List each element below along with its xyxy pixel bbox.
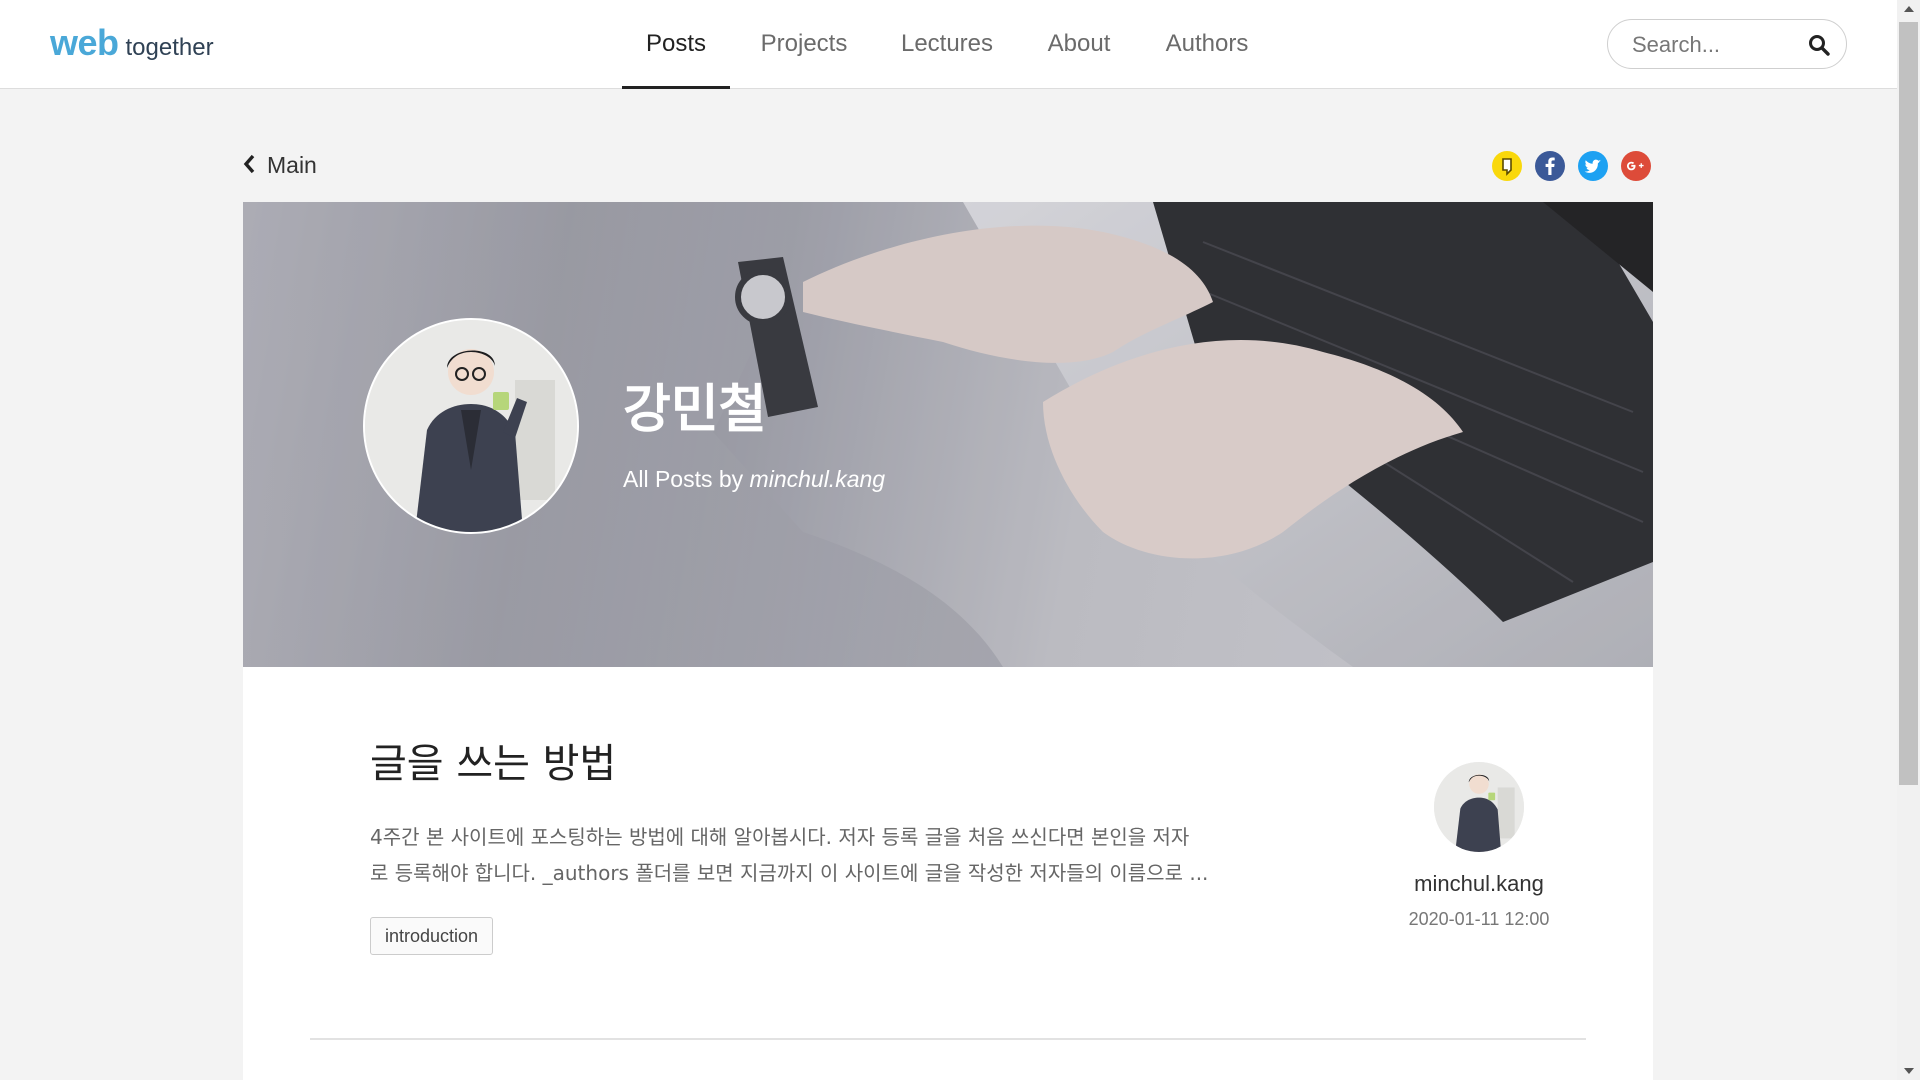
site-logo[interactable]: web together bbox=[50, 22, 214, 64]
chevron-left-icon bbox=[243, 154, 255, 178]
search-icon[interactable] bbox=[1808, 34, 1830, 56]
author-avatar-small[interactable] bbox=[1434, 762, 1524, 852]
post-excerpt-line-1: 4주간 본 사이트에 포스팅하는 방법에 대해 알아봅시다. 저자 등록 글을 … bbox=[370, 825, 1190, 849]
search-input[interactable] bbox=[1630, 28, 1804, 62]
back-to-main-link[interactable]: Main bbox=[243, 152, 317, 179]
post-tag[interactable]: introduction bbox=[370, 917, 494, 955]
scroll-down-arrow-icon[interactable] bbox=[1897, 1062, 1920, 1080]
author-avatar-large bbox=[363, 318, 579, 534]
author-photo-image bbox=[365, 320, 577, 532]
subtitle-author-handle: minchul.kang bbox=[749, 466, 886, 492]
scroll-thumb[interactable] bbox=[1899, 22, 1918, 785]
logo-text-main: web bbox=[50, 22, 119, 63]
share-kakao-button[interactable] bbox=[1492, 151, 1522, 181]
nav-lectures[interactable]: Lectures bbox=[893, 0, 1001, 88]
subtitle-prefix: All Posts by bbox=[623, 466, 744, 492]
twitter-icon bbox=[1578, 151, 1608, 181]
google-plus-icon bbox=[1621, 151, 1651, 181]
nav-projects[interactable]: Projects bbox=[750, 0, 858, 88]
scroll-up-arrow-icon[interactable] bbox=[1897, 0, 1920, 18]
search-box bbox=[1607, 19, 1847, 69]
post-title-link[interactable]: 글을 쓰는 방법 bbox=[370, 731, 616, 789]
nav-authors[interactable]: Authors bbox=[1157, 0, 1257, 88]
logo-text-sub: together bbox=[125, 34, 214, 61]
author-display-name: 강민철 bbox=[623, 380, 767, 440]
nav-about[interactable]: About bbox=[1034, 0, 1124, 88]
back-link-label: Main bbox=[267, 152, 317, 178]
author-hero-banner: 강민철 All Posts by minchul.kang bbox=[243, 202, 1653, 667]
nav-posts[interactable]: Posts bbox=[622, 0, 730, 89]
author-subtitle: All Posts by minchul.kang bbox=[623, 466, 885, 493]
post-excerpt: 4주간 본 사이트에 포스팅하는 방법에 대해 알아봅시다. 저자 등록 글을 … bbox=[370, 819, 1290, 891]
kakao-icon bbox=[1492, 151, 1522, 181]
share-facebook-button[interactable] bbox=[1535, 151, 1565, 181]
post-date: 2020-01-11 12:00 bbox=[1408, 909, 1550, 929]
post-excerpt-line-2: 로 등록해야 합니다. _authors 폴더를 보면 지금까지 이 사이트에 … bbox=[370, 861, 1209, 885]
top-navbar: web together Posts Projects Lectures Abo… bbox=[0, 0, 1897, 89]
post-divider bbox=[310, 1038, 1586, 1040]
facebook-icon bbox=[1535, 151, 1565, 181]
post-list: 글을 쓰는 방법 4주간 본 사이트에 포스팅하는 방법에 대해 알아봅시다. … bbox=[243, 667, 1653, 1080]
post-author-name[interactable]: minchul.kang bbox=[1379, 871, 1579, 897]
share-google-plus-button[interactable] bbox=[1621, 151, 1651, 181]
page-scrollbar[interactable] bbox=[1897, 0, 1920, 1080]
share-twitter-button[interactable] bbox=[1578, 151, 1608, 181]
author-photo-thumb-image bbox=[1434, 762, 1524, 852]
